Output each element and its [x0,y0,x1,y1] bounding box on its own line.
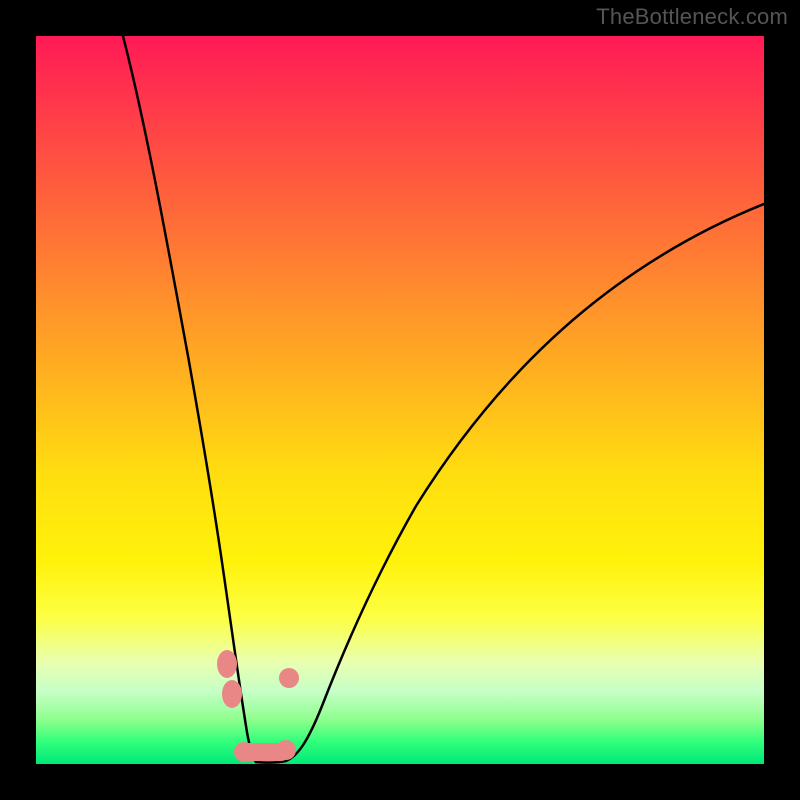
marker-left-upper [217,650,237,678]
marker-floor-left-cap [234,742,254,762]
curve-right-branch [256,204,764,763]
plot-svg [36,36,764,764]
watermark-text: TheBottleneck.com [596,4,788,30]
marker-right-dot [279,668,299,688]
marker-left-lower [222,680,242,708]
plot-area [36,36,764,764]
curve-left-branch [123,36,256,762]
marker-cluster [217,650,299,762]
chart-frame: TheBottleneck.com [0,0,800,800]
marker-floor-right-cap [276,740,296,760]
